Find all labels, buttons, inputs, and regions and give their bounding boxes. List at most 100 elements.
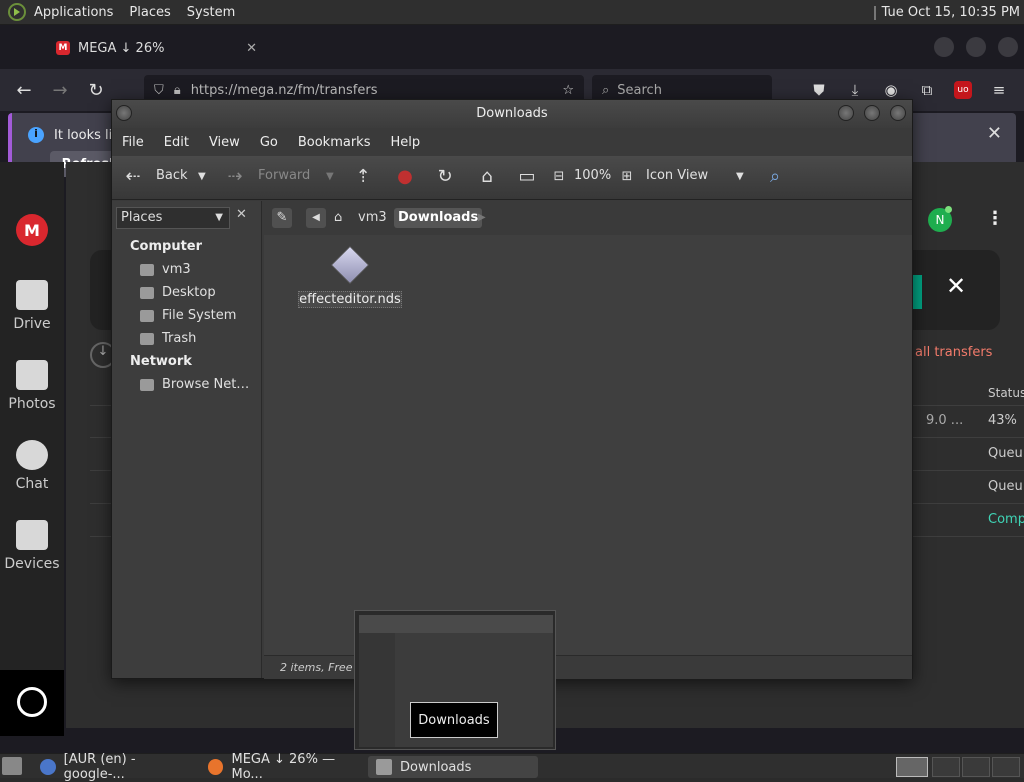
- window-menu-button[interactable]: [116, 105, 132, 121]
- places-sidebar: Places ▼ ✕ Computer vm3 Desktop File Sys…: [112, 201, 262, 678]
- sidebar-item-label: Trash: [162, 331, 197, 346]
- nav-chat[interactable]: Chat: [0, 440, 64, 492]
- forward-button: Forward: [258, 168, 311, 183]
- stop-icon[interactable]: ●: [394, 166, 416, 188]
- menu-bookmarks[interactable]: Bookmarks: [298, 135, 371, 150]
- sync-icon[interactable]: [0, 670, 64, 736]
- trash-icon: [140, 332, 154, 345]
- panel-separator: [873, 5, 876, 20]
- close-icon[interactable]: ✕: [987, 123, 1002, 144]
- sidebar-item-desktop[interactable]: Desktop: [140, 285, 216, 300]
- task-aur[interactable]: [AUR (en) - google-...: [32, 752, 198, 782]
- home-folder-icon[interactable]: ⌂: [476, 166, 498, 188]
- view-mode-select[interactable]: Icon View: [646, 168, 708, 183]
- workspace-1[interactable]: [896, 757, 928, 777]
- bottom-panel: [AUR (en) - google-... MEGA ↓ 26% — Mo..…: [0, 752, 1024, 782]
- url-text: https://mega.nz/fm/transfers: [190, 82, 378, 98]
- window-title: Downloads: [112, 100, 912, 128]
- ublock-icon[interactable]: uo: [954, 81, 972, 99]
- mega-sidebar: M Drive Photos Chat Devices: [0, 162, 64, 736]
- close-icon[interactable]: ✕: [246, 41, 257, 56]
- minimize-button[interactable]: [838, 105, 854, 121]
- mega-green-button[interactable]: [912, 275, 922, 309]
- file-manager-window: Downloads File Edit View Go Bookmarks He…: [111, 99, 913, 679]
- minimize-button[interactable]: [934, 37, 954, 57]
- maximize-button[interactable]: [864, 105, 880, 121]
- distro-logo-icon[interactable]: [8, 3, 26, 21]
- task-mega-firefox[interactable]: MEGA ↓ 26% — Mo...: [200, 752, 366, 782]
- pocket-icon[interactable]: ⛊: [810, 81, 828, 99]
- status-column-header: Status: [988, 386, 1024, 400]
- drive-icon: [140, 309, 154, 322]
- path-left-chevron-icon[interactable]: ◀: [306, 208, 326, 228]
- sidebar-item-file-system[interactable]: File System: [140, 308, 236, 323]
- menu-file[interactable]: File: [122, 135, 144, 150]
- up-arrow-icon[interactable]: ⇡: [352, 166, 374, 188]
- sidebar-item-trash[interactable]: Trash: [140, 331, 196, 346]
- edit-location-icon[interactable]: ✎: [272, 208, 292, 228]
- account-icon[interactable]: ◉: [882, 81, 900, 99]
- places-dropdown[interactable]: Places ▼: [116, 207, 230, 229]
- nav-drive[interactable]: Drive: [0, 280, 64, 332]
- search-placeholder: Search: [617, 82, 662, 98]
- places-menu[interactable]: Places: [121, 5, 178, 20]
- menu-view[interactable]: View: [209, 135, 240, 150]
- file-name[interactable]: effecteditor.nds: [298, 291, 402, 308]
- zoom-in-icon[interactable]: ⊞: [616, 166, 638, 188]
- menu-edit[interactable]: Edit: [164, 135, 189, 150]
- clear-transfers-link[interactable]: all transfers: [915, 345, 992, 360]
- computer-icon[interactable]: ▭: [516, 166, 538, 188]
- clock[interactable]: Tue Oct 15, 10:35 PM: [882, 5, 1020, 20]
- breadcrumb-downloads[interactable]: Downloads: [394, 208, 483, 228]
- extensions-icon[interactable]: ⧉: [918, 81, 936, 99]
- home-folder-icon: ⌂: [334, 210, 343, 225]
- workspace-2[interactable]: [932, 757, 960, 777]
- lock-icon[interactable]: 🔒︎: [174, 83, 181, 98]
- reload-icon[interactable]: ↻: [78, 80, 114, 101]
- close-window-button[interactable]: [998, 37, 1018, 57]
- menu-help[interactable]: Help: [390, 135, 420, 150]
- hamburger-menu-icon[interactable]: ≡: [990, 81, 1008, 99]
- back-button[interactable]: Back: [156, 168, 188, 183]
- nav-photos-label: Photos: [8, 396, 56, 412]
- more-options-icon[interactable]: ⋮: [986, 208, 1004, 229]
- task-downloads[interactable]: Downloads: [368, 756, 538, 778]
- places-dropdown-label: Places: [121, 210, 163, 225]
- bookmark-star-icon[interactable]: ☆: [562, 83, 574, 98]
- file-icon[interactable]: [330, 245, 370, 285]
- chromium-icon: [40, 759, 56, 775]
- close-icon[interactable]: ✕: [236, 207, 247, 222]
- sidebar-item-vm3[interactable]: vm3: [140, 262, 191, 277]
- nav-photos[interactable]: Photos: [0, 360, 64, 412]
- info-icon: i: [28, 127, 44, 143]
- workspace-4[interactable]: [992, 757, 1020, 777]
- maximize-button[interactable]: [966, 37, 986, 57]
- download-icon[interactable]: ⤓: [846, 81, 864, 99]
- back-arrow-icon[interactable]: ⇠: [122, 166, 144, 188]
- transfer-status: Comp: [988, 512, 1024, 527]
- sidebar-item-browse-network[interactable]: Browse Net…: [140, 377, 249, 392]
- shield-icon[interactable]: ⛉: [154, 83, 164, 98]
- menu-go[interactable]: Go: [260, 135, 278, 150]
- reload-icon[interactable]: ↻: [434, 166, 456, 188]
- show-desktop-icon[interactable]: [2, 757, 22, 775]
- close-window-button[interactable]: [890, 105, 906, 121]
- forward-arrow-icon[interactable]: →: [42, 80, 78, 101]
- zoom-out-icon[interactable]: ⊟: [548, 166, 570, 188]
- applications-menu[interactable]: Applications: [26, 5, 121, 20]
- breadcrumb-vm3[interactable]: vm3: [358, 208, 387, 228]
- search-icon: ⌕: [602, 82, 610, 98]
- chat-bubble-icon: [16, 440, 48, 470]
- system-menu[interactable]: System: [179, 5, 243, 20]
- nav-chat-label: Chat: [15, 476, 49, 492]
- workspace-3[interactable]: [962, 757, 990, 777]
- sidebar-heading-computer: Computer: [130, 239, 203, 254]
- back-history-chevron-down-icon[interactable]: ▼: [198, 171, 206, 182]
- back-arrow-icon[interactable]: ←: [6, 80, 42, 101]
- close-icon[interactable]: ✕: [946, 272, 966, 300]
- chevron-down-icon[interactable]: ▼: [736, 171, 744, 182]
- mega-logo-icon[interactable]: M: [16, 214, 48, 246]
- nav-devices[interactable]: Devices: [0, 520, 64, 572]
- tab-mega[interactable]: M MEGA ↓ 26% ✕: [42, 33, 267, 63]
- search-icon[interactable]: ⌕: [764, 166, 786, 188]
